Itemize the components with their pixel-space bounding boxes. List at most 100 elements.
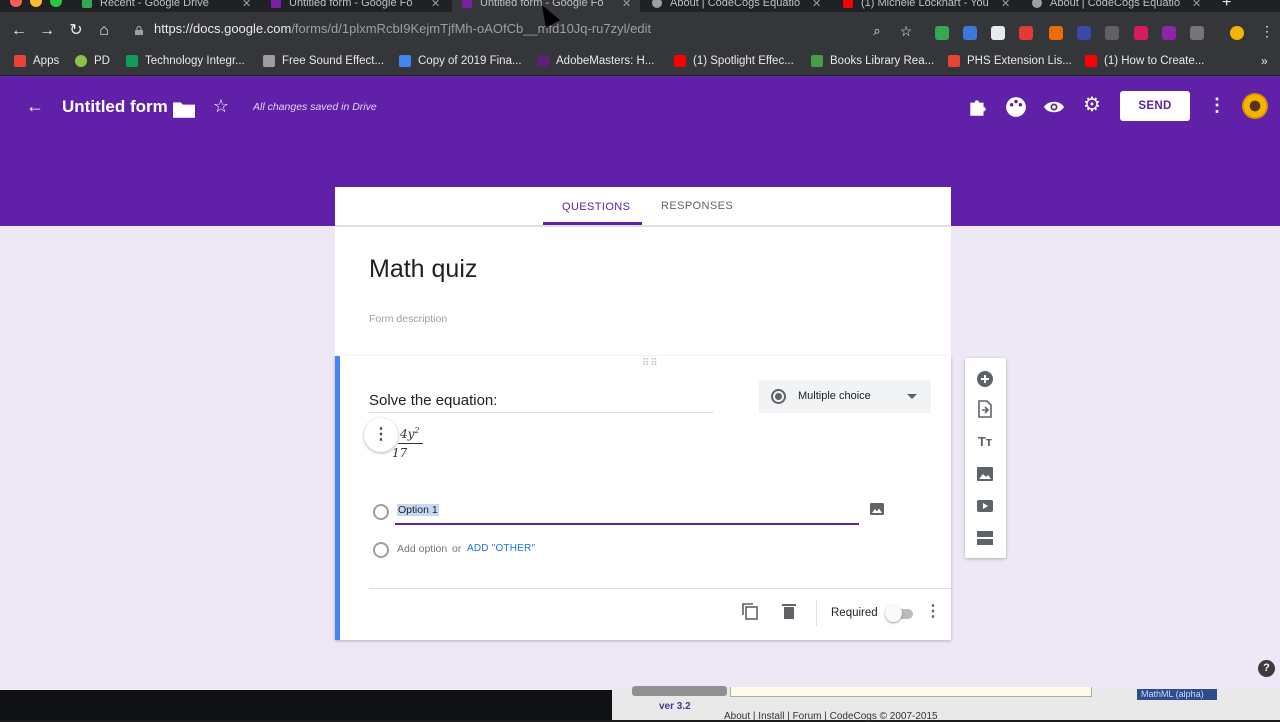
bookmark-apps[interactable]: Apps — [14, 55, 59, 67]
browser-tab[interactable]: Recent - Google Drive ✕ — [80, 0, 260, 12]
app-title[interactable]: Untitled form — [62, 97, 168, 117]
help-icon[interactable]: ? — [1258, 660, 1275, 677]
active-tab-indicator — [543, 222, 642, 225]
close-tab-icon[interactable]: ✕ — [1001, 0, 1010, 10]
close-window-icon[interactable] — [10, 0, 22, 7]
youtube-icon — [674, 55, 686, 67]
form-description-input[interactable]: Form description — [369, 313, 447, 325]
extension-icon[interactable] — [1077, 26, 1091, 40]
bookmark-item[interactable]: (1) How to Create... — [1085, 55, 1204, 67]
browser-tab[interactable]: About | CodeCogs Equatio ✕ — [1032, 0, 1208, 12]
new-tab-icon[interactable]: + — [1222, 0, 1231, 12]
bookmark-star-icon[interactable]: ☆ — [895, 20, 917, 42]
home-icon[interactable]: ⌂ — [93, 20, 115, 42]
add-question-icon[interactable] — [976, 370, 994, 388]
required-toggle-knob[interactable] — [885, 605, 902, 622]
import-questions-icon[interactable] — [976, 400, 994, 418]
palette-icon[interactable] — [1005, 96, 1027, 118]
extension-icon[interactable] — [1019, 26, 1033, 40]
extension-icon[interactable] — [1105, 26, 1119, 40]
account-avatar[interactable] — [1242, 93, 1268, 119]
bookmark-item[interactable]: Free Sound Effect... — [263, 55, 384, 67]
star-icon[interactable]: ☆ — [210, 96, 232, 118]
bookmarks-overflow-icon[interactable]: » — [1261, 54, 1268, 68]
addons-puzzle-icon[interactable] — [967, 96, 989, 118]
add-other-button[interactable]: ADD "OTHER" — [467, 543, 535, 554]
extension-icon[interactable] — [991, 26, 1005, 40]
extension-icon[interactable] — [1162, 26, 1176, 40]
bookmark-item[interactable]: AdobeMasters: H... — [537, 55, 654, 67]
mathml-badge: MathML (alpha) — [1137, 689, 1217, 700]
add-title-text-icon[interactable]: Tт — [976, 433, 994, 451]
close-tab-icon[interactable]: ✕ — [1192, 0, 1201, 10]
option-input-underline — [395, 523, 859, 525]
bookmark-item[interactable]: Copy of 2019 Fina... — [399, 55, 522, 67]
search-icon[interactable]: ⌕ — [866, 20, 888, 42]
radio-button-icon — [771, 389, 786, 404]
extension-icon[interactable] — [935, 26, 949, 40]
bookmark-label: AdobeMasters: H... — [556, 55, 655, 67]
close-tab-icon[interactable]: ✕ — [812, 0, 821, 10]
extension-icon[interactable] — [963, 26, 977, 40]
profile-avatar[interactable] — [1230, 26, 1244, 40]
question-card[interactable]: ⠿⠿ Solve the equation: Multiple choice 4… — [335, 356, 951, 640]
browser-toolbar: ← → ↻ ⌂ https://docs.google.com/forms/d/… — [0, 12, 1280, 50]
add-option-or-text: or — [452, 543, 462, 555]
chrome-menu-icon[interactable]: ⋮ — [1256, 20, 1278, 42]
back-icon[interactable]: ← — [8, 20, 30, 42]
image-options-icon[interactable]: ⋮ — [364, 418, 398, 452]
question-title-input[interactable]: Solve the equation: — [369, 392, 497, 409]
close-tab-icon[interactable]: ✕ — [622, 0, 631, 10]
add-option-button[interactable]: Add option — [397, 543, 447, 555]
question-type-label: Multiple choice — [798, 390, 871, 402]
more-vert-icon[interactable]: ⋮ — [1206, 95, 1228, 117]
required-label: Required — [831, 607, 878, 619]
option-1-input[interactable]: Option 1 — [397, 504, 439, 516]
address-bar[interactable]: https://docs.google.com/forms/d/1plxmRcb… — [154, 21, 651, 36]
drag-handle-icon[interactable]: ⠿⠿ — [642, 358, 659, 369]
youtube-icon — [843, 0, 853, 8]
bookmark-label: PD — [94, 55, 110, 67]
bookmark-icon — [126, 55, 138, 67]
send-button[interactable]: SEND — [1120, 91, 1190, 121]
folder-icon[interactable] — [173, 98, 195, 120]
browser-tab[interactable]: (1) Michele Lockhart - You ✕ — [843, 0, 1019, 12]
preview-eye-icon[interactable] — [1043, 96, 1065, 118]
tab-title: About | CodeCogs Equatio — [670, 0, 801, 9]
browser-tab[interactable]: Untitled form - Google Fo ✕ — [271, 0, 451, 12]
extension-icon[interactable] — [1134, 26, 1148, 40]
question-type-dropdown[interactable]: Multiple choice — [759, 380, 931, 413]
reload-icon[interactable]: ↻ — [65, 20, 87, 42]
add-image-icon[interactable] — [870, 503, 884, 515]
question-more-options-icon[interactable]: ⋮ — [925, 601, 941, 621]
tab-responses[interactable]: RESPONSES — [661, 200, 733, 212]
bookmark-item[interactable]: (1) Spotlight Effec... — [674, 55, 794, 67]
forward-icon[interactable]: → — [36, 20, 58, 42]
add-image-icon[interactable] — [976, 465, 994, 483]
bookmark-label: Free Sound Effect... — [282, 55, 385, 67]
delete-trash-icon[interactable] — [780, 602, 798, 620]
tab-questions[interactable]: QUESTIONS — [562, 201, 630, 213]
bookmark-item[interactable]: Books Library Rea... — [811, 55, 934, 67]
footer-separator — [816, 600, 817, 626]
form-title[interactable]: Math quiz — [369, 255, 477, 284]
duplicate-icon[interactable] — [741, 602, 759, 620]
option-radio-icon — [373, 504, 389, 520]
minimize-window-icon[interactable] — [30, 0, 42, 7]
add-section-icon[interactable] — [976, 529, 994, 547]
extension-icon[interactable] — [1049, 26, 1063, 40]
browser-tab[interactable]: About | CodeCogs Equatio ✕ — [652, 0, 828, 12]
bookmark-item[interactable]: PD — [75, 55, 110, 67]
bookmark-item[interactable]: PHS Extension Lis... — [948, 55, 1072, 67]
extension-icon[interactable] — [1190, 26, 1204, 40]
close-tab-icon[interactable]: ✕ — [431, 0, 440, 10]
close-tab-icon[interactable]: ✕ — [242, 0, 251, 10]
back-arrow-icon[interactable]: ← — [24, 96, 46, 118]
tab-title: Untitled form - Google Fo — [289, 0, 413, 9]
bookmark-item[interactable]: Technology Integr... — [126, 55, 245, 67]
dropdown-arrow-icon — [907, 394, 917, 399]
maximize-window-icon[interactable] — [50, 0, 62, 7]
settings-gear-icon[interactable]: ⚙ — [1081, 95, 1103, 117]
add-video-icon[interactable] — [976, 497, 994, 515]
apps-grid-icon — [14, 55, 26, 67]
